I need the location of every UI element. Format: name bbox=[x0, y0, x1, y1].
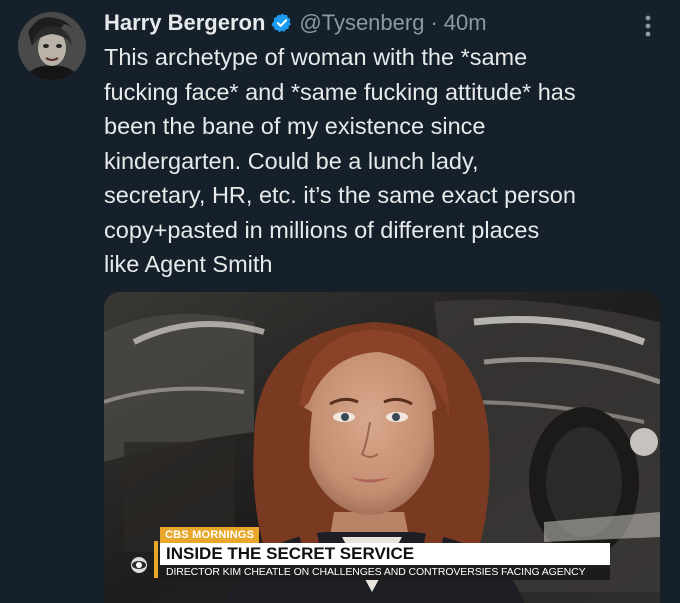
author-handle[interactable]: @Tysenberg bbox=[299, 8, 424, 38]
avatar-portrait bbox=[18, 12, 86, 80]
separator-dot: · bbox=[430, 10, 438, 35]
tweet-header: Harry Bergeron @Tysenberg · 40m bbox=[104, 8, 487, 38]
author-display-name[interactable]: Harry Bergeron bbox=[104, 8, 265, 38]
lower-third-headline: INSIDE THE SECRET SERVICE bbox=[160, 543, 610, 565]
show-tag-label: CBS MORNINGS bbox=[160, 527, 260, 543]
tweet: Harry Bergeron @Tysenberg · 40m This arc… bbox=[0, 0, 680, 603]
lower-third-subline: DIRECTOR KIM CHEATLE ON CHALLENGES AND C… bbox=[160, 565, 610, 580]
tweet-text: This archetype of woman with the *same f… bbox=[104, 44, 576, 277]
tweet-media-video[interactable]: CBS MORNINGS INSIDE THE SECRET SERVICE D… bbox=[104, 292, 660, 603]
news-lower-third: CBS MORNINGS INSIDE THE SECRET SERVICE D… bbox=[154, 525, 610, 580]
tweet-timestamp[interactable]: 40m bbox=[444, 8, 487, 38]
verified-badge-icon bbox=[271, 12, 293, 34]
more-vertical-icon[interactable] bbox=[644, 14, 652, 38]
lower-third-accent-bar bbox=[154, 541, 158, 578]
author-avatar[interactable] bbox=[18, 12, 86, 80]
cbs-eye-logo-icon bbox=[130, 556, 148, 574]
